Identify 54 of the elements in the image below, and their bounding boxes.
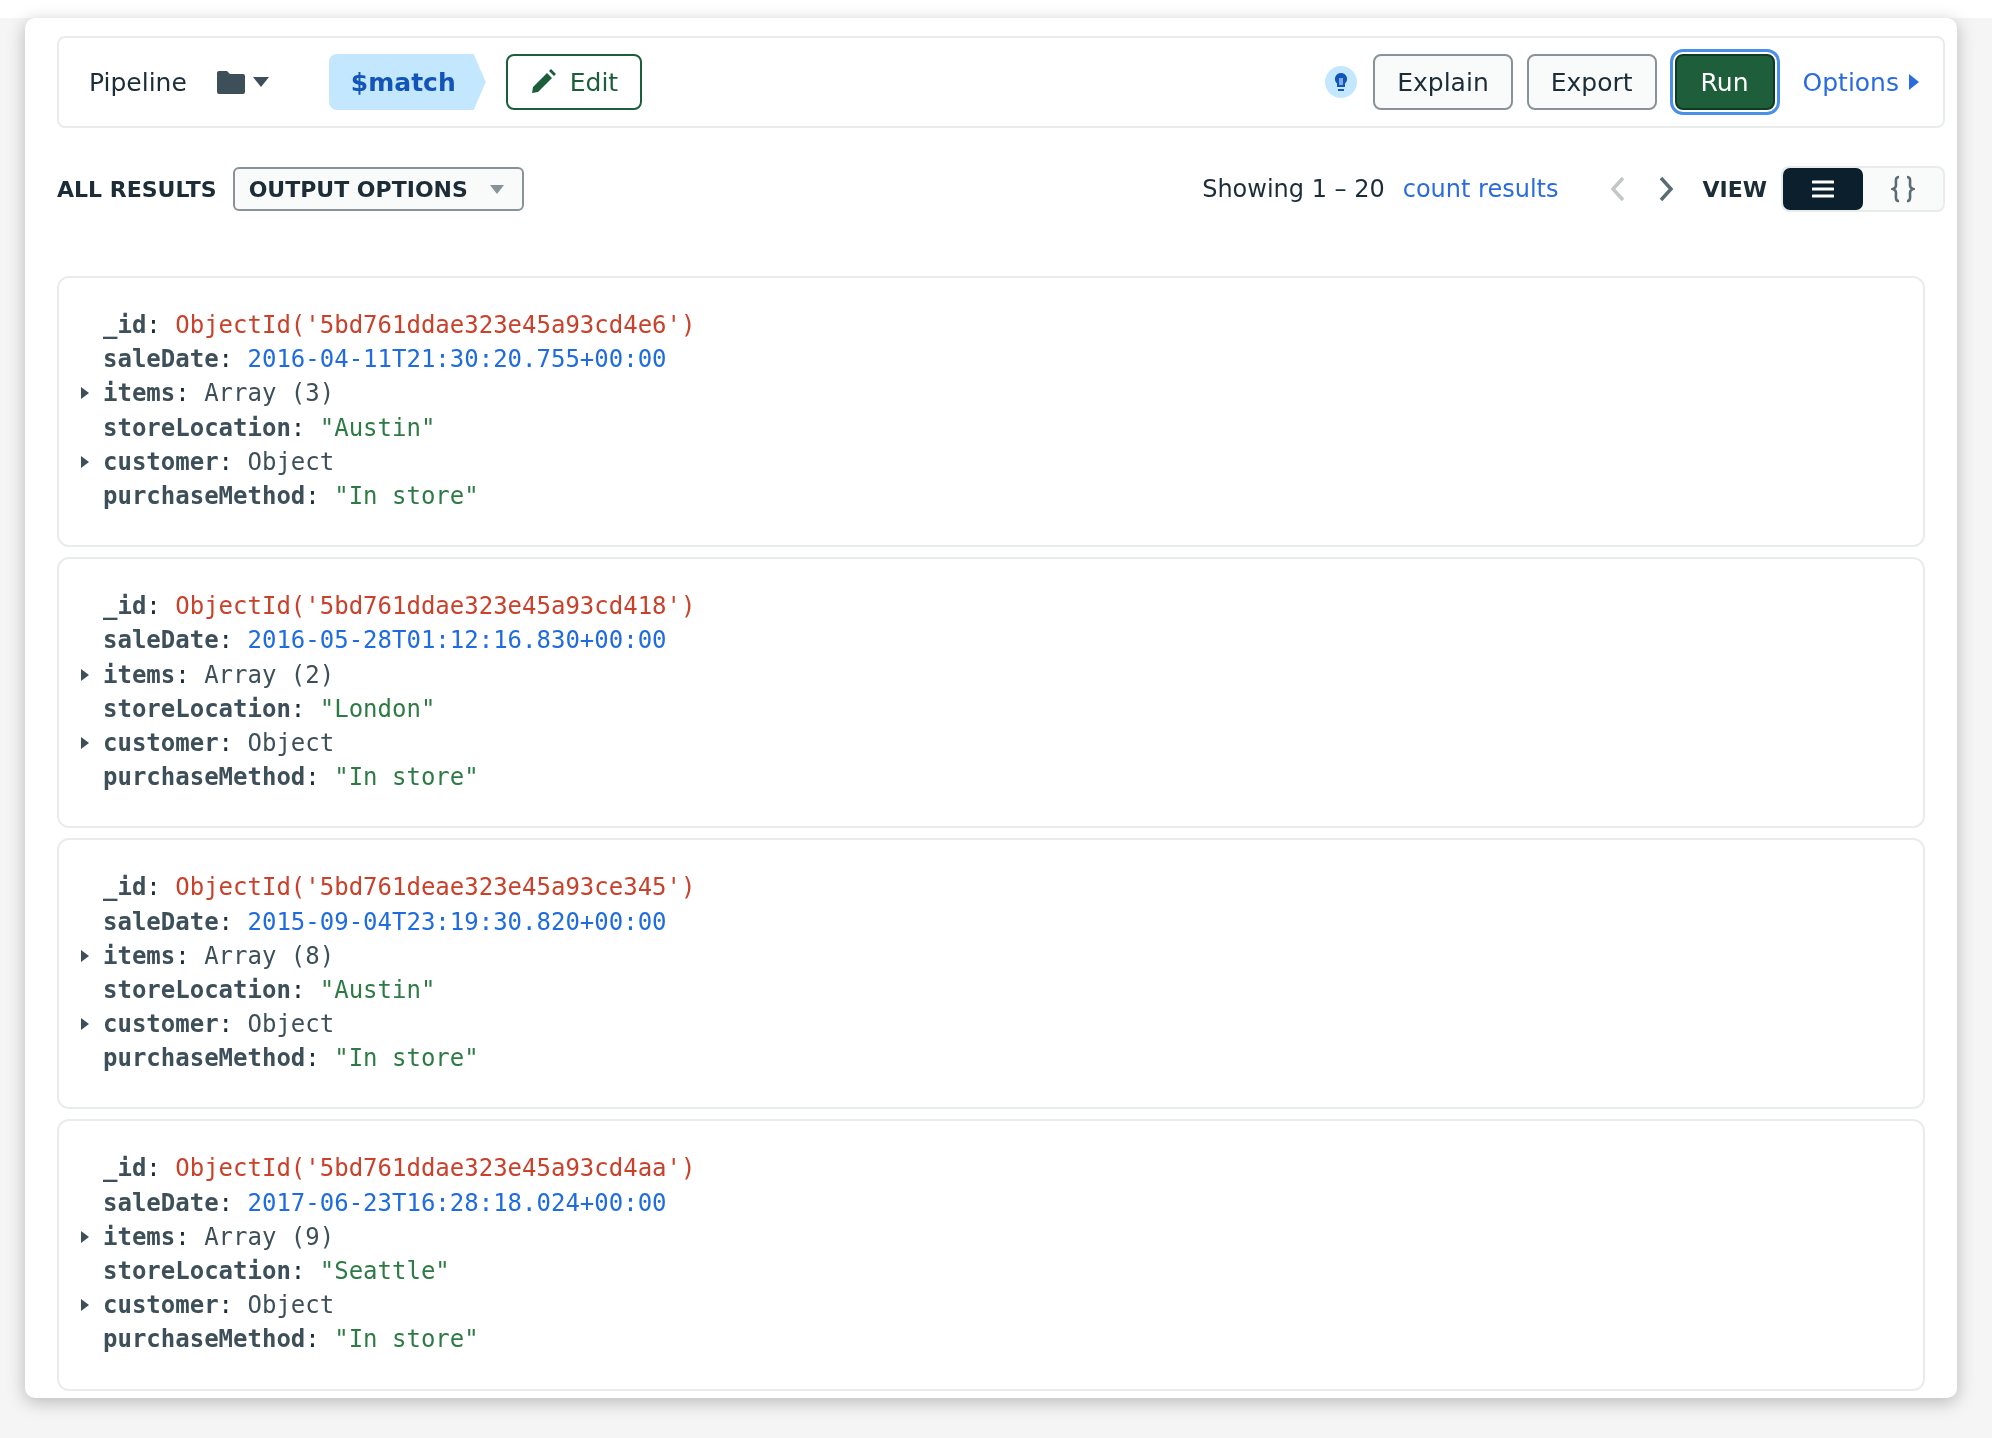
caret-right-icon [1909, 74, 1919, 90]
field-entry: purchaseMethod: "In store" [103, 1044, 479, 1073]
field-entry: saleDate: 2015-09-04T23:19:30.820+00:00 [103, 907, 667, 936]
list-view-button[interactable] [1783, 168, 1863, 210]
chevron-left-icon [1610, 176, 1627, 202]
list-icon [1812, 180, 1834, 198]
pencil-icon [529, 69, 556, 95]
view-label: VIEW [1702, 176, 1767, 202]
results-range: Showing 1 – 20 [1202, 175, 1385, 203]
field-entry: _id: ObjectId('5bd761ddae323e45a93cd4e6') [103, 311, 696, 340]
field-entry: _id: ObjectId('5bd761ddae323e45a93cd418') [103, 592, 696, 621]
field-entry: customer: Object [103, 1010, 335, 1039]
caret-down-icon[interactable] [252, 77, 269, 87]
field-entry: storeLocation: "Austin" [103, 975, 436, 1004]
expand-caret-icon[interactable] [81, 1230, 89, 1243]
field-entry: items: Array (3) [103, 379, 335, 408]
chevron-right-icon [1658, 176, 1675, 202]
stage-tag[interactable]: $match [328, 54, 486, 110]
expand-caret-icon[interactable] [81, 736, 89, 749]
field-entry: purchaseMethod: "In store" [103, 482, 479, 511]
field-entry: items: Array (8) [103, 941, 335, 970]
field-entry: _id: ObjectId('5bd761deae323e45a93ce345') [103, 873, 696, 902]
field-entry: items: Array (2) [103, 660, 335, 689]
edit-button[interactable]: Edit [505, 54, 643, 110]
field-entry: purchaseMethod: "In store" [103, 763, 479, 792]
expand-caret-icon[interactable] [81, 668, 89, 681]
expand-caret-icon[interactable] [81, 387, 89, 400]
braces-icon [1891, 175, 1915, 203]
field-entry: storeLocation: "Seattle" [103, 1257, 450, 1286]
field-entry: customer: Object [103, 447, 335, 476]
field-entry: saleDate: 2016-05-28T01:12:16.830+00:00 [103, 626, 667, 655]
toolbar-button[interactable]: Explain [1373, 54, 1513, 110]
expand-caret-icon[interactable] [81, 949, 89, 962]
caret-down-icon [489, 184, 504, 194]
field-entry: customer: Object [103, 1291, 335, 1320]
field-entry: _id: ObjectId('5bd761ddae323e45a93cd4aa') [103, 1154, 696, 1183]
output-options-dropdown[interactable]: OUTPUT OPTIONS [232, 167, 524, 211]
expand-caret-icon[interactable] [81, 1018, 89, 1031]
field-entry: items: Array (9) [103, 1222, 335, 1251]
pipeline-label: Pipeline [89, 67, 187, 97]
options-link[interactable]: Options [1802, 67, 1919, 97]
toolbar-button[interactable]: Export [1526, 54, 1657, 110]
count-results-link[interactable]: count results [1402, 175, 1559, 203]
folder-icon[interactable] [216, 70, 245, 94]
field-entry: saleDate: 2016-04-11T21:30:20.755+00:00 [103, 345, 667, 374]
field-entry: saleDate: 2017-06-23T16:28:18.024+00:00 [103, 1188, 667, 1217]
results-title: ALL RESULTS [57, 176, 217, 202]
field-entry: customer: Object [103, 728, 335, 757]
field-entry: storeLocation: "Austin" [103, 413, 436, 442]
field-entry: storeLocation: "London" [103, 694, 436, 723]
expand-caret-icon[interactable] [81, 455, 89, 468]
expand-caret-icon[interactable] [81, 1299, 89, 1312]
field-entry: purchaseMethod: "In store" [103, 1325, 479, 1354]
lightbulb-icon[interactable] [1325, 66, 1358, 98]
